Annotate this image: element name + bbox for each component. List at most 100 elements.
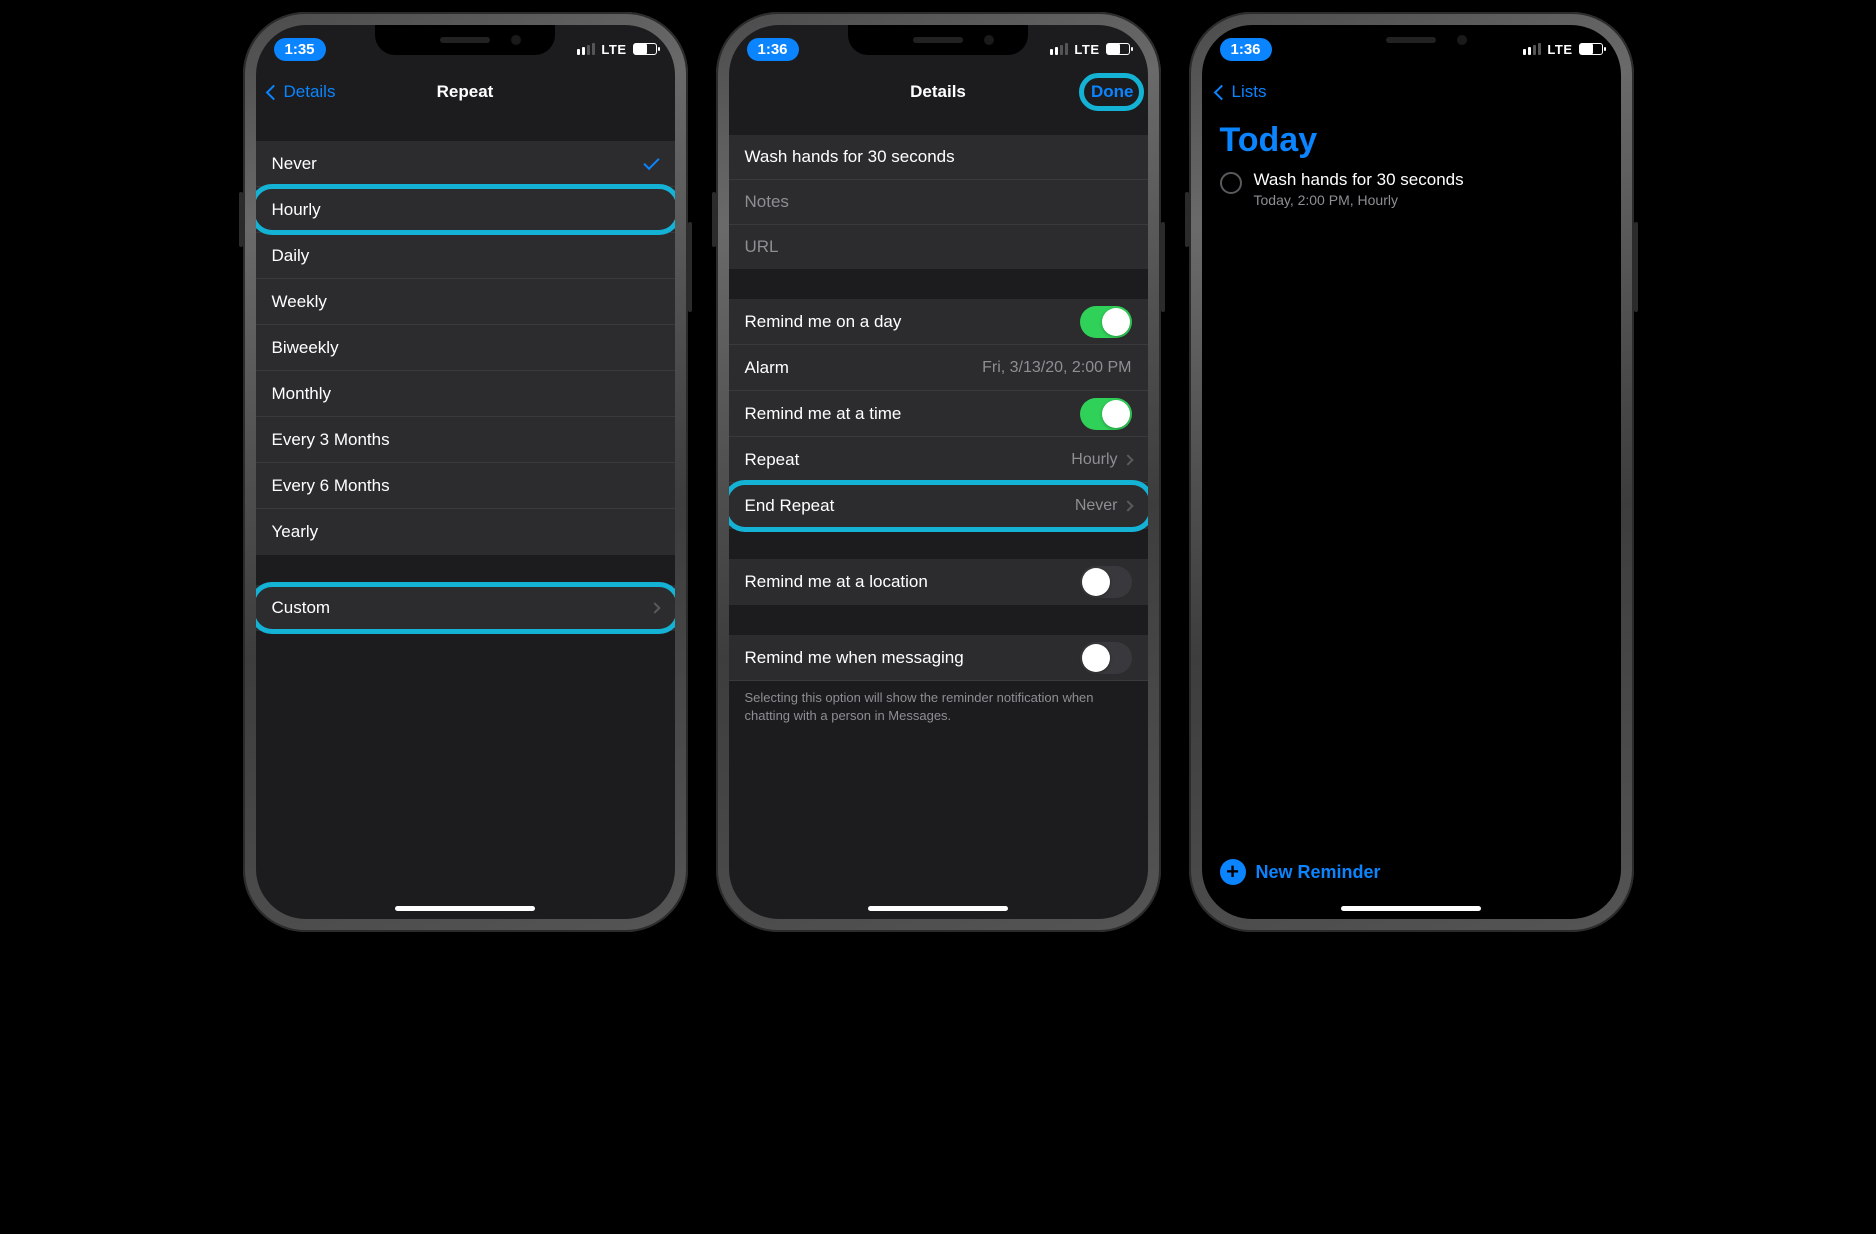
reminder-title-field[interactable]: Wash hands for 30 seconds <box>729 135 1148 180</box>
notch <box>848 25 1028 55</box>
back-label: Details <box>284 82 336 102</box>
screen-details: 1:36 LTE Details Done Wash hands for 30 … <box>729 25 1148 919</box>
done-button[interactable]: Done <box>1091 82 1134 102</box>
remind-day-toggle[interactable] <box>1080 306 1132 338</box>
repeat-option-biweekly[interactable]: Biweekly <box>256 325 675 371</box>
cell-signal-icon <box>577 43 595 55</box>
option-label: Custom <box>272 598 331 618</box>
status-time: 1:36 <box>747 38 799 61</box>
reminder-title-text: Wash hands for 30 seconds <box>745 147 955 166</box>
alarm-row[interactable]: Alarm Fri, 3/13/20, 2:00 PM <box>729 345 1148 391</box>
chevron-right-icon <box>649 602 660 613</box>
option-label: Biweekly <box>272 338 339 358</box>
phone-frame-1: 1:35 LTE Details Repeat Never Hourly <box>243 12 688 932</box>
row-label: Remind me at a location <box>745 572 928 592</box>
repeat-option-3months[interactable]: Every 3 Months <box>256 417 675 463</box>
repeat-option-yearly[interactable]: Yearly <box>256 509 675 555</box>
home-indicator[interactable] <box>1341 906 1481 911</box>
repeat-option-monthly[interactable]: Monthly <box>256 371 675 417</box>
new-reminder-label: New Reminder <box>1256 862 1381 883</box>
messaging-footnote: Selecting this option will show the remi… <box>729 681 1148 724</box>
chevron-right-icon <box>1122 454 1133 465</box>
chevron-left-icon <box>265 84 281 100</box>
repeat-row[interactable]: Repeat Hourly <box>729 437 1148 483</box>
url-field[interactable]: URL <box>729 225 1148 269</box>
network-label: LTE <box>601 42 626 57</box>
reminder-item[interactable]: Wash hands for 30 seconds Today, 2:00 PM… <box>1202 170 1621 208</box>
repeat-option-custom[interactable]: Custom <box>256 585 675 631</box>
schedule-section: Remind me on a day Alarm Fri, 3/13/20, 2… <box>729 299 1148 529</box>
option-label: Every 3 Months <box>272 430 390 450</box>
network-label: LTE <box>1074 42 1099 57</box>
option-label: Monthly <box>272 384 332 404</box>
nav-bar: Details Repeat <box>256 69 675 115</box>
status-time: 1:35 <box>274 38 326 61</box>
repeat-options-section: Never Hourly Daily Weekly Biweekly Month… <box>256 141 675 555</box>
option-label: Weekly <box>272 292 327 312</box>
remind-time-toggle[interactable] <box>1080 398 1132 430</box>
new-reminder-button[interactable]: + New Reminder <box>1220 859 1381 885</box>
repeat-option-hourly[interactable]: Hourly <box>256 187 675 233</box>
today-heading: Today <box>1202 115 1621 170</box>
battery-icon <box>1579 43 1603 55</box>
cell-signal-icon <box>1050 43 1068 55</box>
row-label: End Repeat <box>745 496 835 516</box>
network-label: LTE <box>1547 42 1572 57</box>
remind-day-row[interactable]: Remind me on a day <box>729 299 1148 345</box>
nav-bar: Lists <box>1202 69 1621 115</box>
title-notes-section: Wash hands for 30 seconds Notes URL <box>729 135 1148 269</box>
notch <box>1321 25 1501 55</box>
location-section: Remind me at a location <box>729 559 1148 605</box>
row-label: Alarm <box>745 358 789 378</box>
repeat-option-weekly[interactable]: Weekly <box>256 279 675 325</box>
home-indicator[interactable] <box>868 906 1008 911</box>
checkmark-icon <box>643 153 659 169</box>
placeholder-text: URL <box>745 237 779 256</box>
option-label: Never <box>272 154 317 174</box>
option-label: Every 6 Months <box>272 476 390 496</box>
home-indicator[interactable] <box>395 906 535 911</box>
screen-repeat: 1:35 LTE Details Repeat Never Hourly <box>256 25 675 919</box>
chevron-left-icon <box>1213 84 1229 100</box>
repeat-option-6months[interactable]: Every 6 Months <box>256 463 675 509</box>
end-repeat-row[interactable]: End Repeat Never <box>729 483 1148 529</box>
notes-field[interactable]: Notes <box>729 180 1148 225</box>
nav-title: Details <box>910 82 966 102</box>
messaging-section: Remind me when messaging Selecting this … <box>729 635 1148 724</box>
option-label: Daily <box>272 246 310 266</box>
repeat-option-never[interactable]: Never <box>256 141 675 187</box>
option-label: Yearly <box>272 522 319 542</box>
reminder-title: Wash hands for 30 seconds <box>1254 170 1464 190</box>
phone-frame-2: 1:36 LTE Details Done Wash hands for 30 … <box>716 12 1161 932</box>
chevron-right-icon <box>1122 500 1133 511</box>
remind-messaging-row[interactable]: Remind me when messaging <box>729 635 1148 681</box>
reminder-complete-circle[interactable] <box>1220 172 1242 194</box>
alarm-value: Fri, 3/13/20, 2:00 PM <box>982 359 1131 377</box>
cell-signal-icon <box>1523 43 1541 55</box>
notch <box>375 25 555 55</box>
done-label: Done <box>1091 82 1134 101</box>
screen-today: 1:36 LTE Lists Today Wash hands for 30 s… <box>1202 25 1621 919</box>
battery-icon <box>633 43 657 55</box>
nav-title: Repeat <box>437 82 494 102</box>
remind-location-toggle[interactable] <box>1080 566 1132 598</box>
row-label: Remind me when messaging <box>745 648 964 668</box>
plus-circle-icon: + <box>1220 859 1246 885</box>
end-repeat-value: Never <box>1075 497 1118 515</box>
back-button[interactable]: Details <box>268 82 336 102</box>
remind-time-row[interactable]: Remind me at a time <box>729 391 1148 437</box>
repeat-option-daily[interactable]: Daily <box>256 233 675 279</box>
row-label: Remind me on a day <box>745 312 902 332</box>
option-label: Hourly <box>272 200 321 220</box>
row-label: Repeat <box>745 450 800 470</box>
placeholder-text: Notes <box>745 192 789 211</box>
row-label: Remind me at a time <box>745 404 902 424</box>
back-to-lists-button[interactable]: Lists <box>1210 78 1277 106</box>
phone-frame-3: 1:36 LTE Lists Today Wash hands for 30 s… <box>1189 12 1634 932</box>
remind-messaging-toggle[interactable] <box>1080 642 1132 674</box>
back-label: Lists <box>1232 82 1267 102</box>
custom-section: Custom <box>256 585 675 631</box>
remind-location-row[interactable]: Remind me at a location <box>729 559 1148 605</box>
status-time: 1:36 <box>1220 38 1272 61</box>
repeat-value: Hourly <box>1071 451 1117 469</box>
